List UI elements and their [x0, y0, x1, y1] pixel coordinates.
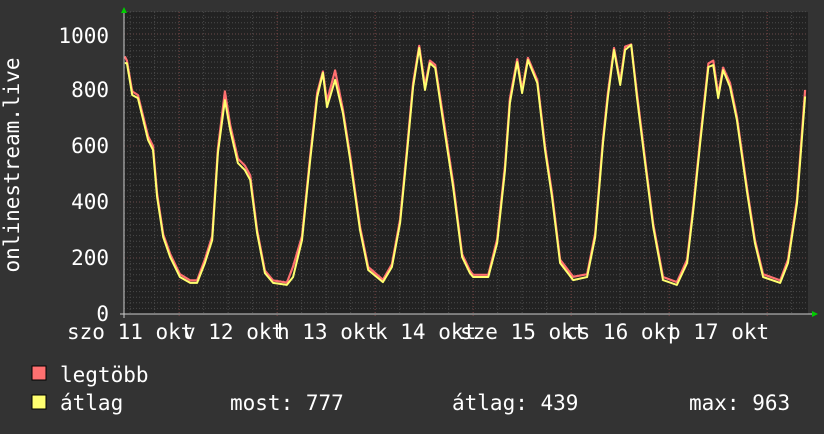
legend: legtöbb átlag most: 777 átlag: 439 max: … — [31, 363, 790, 415]
y-tick-label: 1000 — [58, 24, 109, 48]
legend-label-max: legtöbb — [60, 363, 149, 387]
x-tick-label: szo 11 okt — [67, 320, 193, 344]
x-tick-label: p 17 okt — [668, 320, 769, 344]
x-tick-label: v 12 okt — [183, 320, 284, 344]
stat-now: most: 777 — [230, 391, 344, 415]
y-tick-label: 600 — [71, 134, 109, 158]
y-tick-label: 200 — [71, 246, 109, 270]
x-tick-labels: szo 11 okt v 12 okt h 13 okt k 14 okt sz… — [67, 320, 769, 344]
y-axis-arrow-icon — [121, 7, 127, 13]
y-tick-labels: 0 200 400 600 800 1000 — [58, 24, 109, 326]
y-tick-label: 800 — [71, 78, 109, 102]
legend-swatch-max — [31, 365, 47, 381]
x-axis-arrow-icon — [812, 311, 818, 317]
x-tick-label: cs 16 okt — [565, 320, 679, 344]
y-tick-label: 400 — [71, 190, 109, 214]
legend-swatch-avg — [31, 394, 47, 410]
stat-max: max: 963 — [689, 391, 790, 415]
legend-label-avg: átlag — [60, 391, 123, 415]
stat-average: átlag: 439 — [452, 391, 578, 415]
x-tick-label: h 13 okt — [277, 320, 378, 344]
y-axis-title: onlinestream.live — [0, 58, 24, 273]
chart: 0 200 400 600 800 1000 szo 11 okt v 12 o… — [0, 7, 818, 415]
